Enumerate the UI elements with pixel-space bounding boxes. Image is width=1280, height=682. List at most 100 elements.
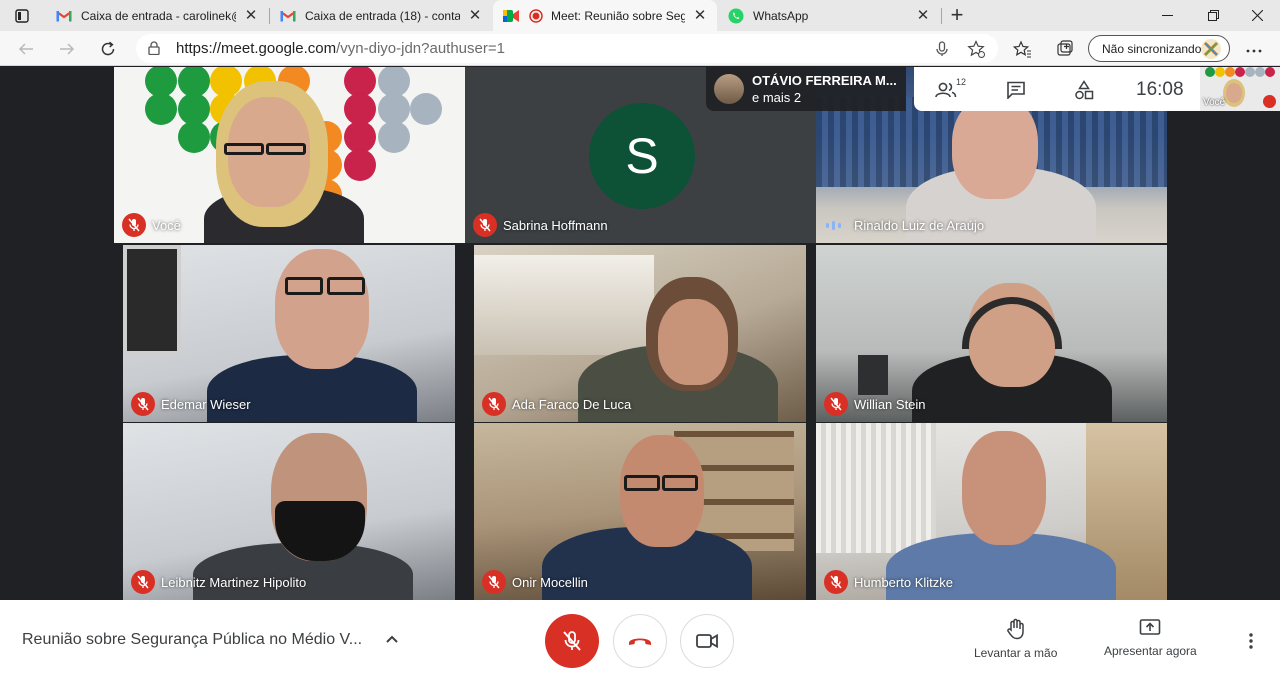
participant-name: Edemar Wieser <box>161 397 251 412</box>
people-icon <box>935 82 957 98</box>
muted-mic-icon <box>473 213 497 237</box>
more-vertical-icon <box>1249 633 1253 649</box>
tab-meet[interactable]: Meet: Reunião sobre Segura ✕ <box>493 0 717 31</box>
activities-button[interactable] <box>1072 78 1096 102</box>
tab-close-button[interactable]: ✕ <box>914 7 932 25</box>
toggle-microphone-button[interactable] <box>545 614 599 668</box>
participant-name: Leibnitz Martinez Hipolito <box>161 575 307 590</box>
participant-name: Willian Stein <box>854 397 926 412</box>
collections-button[interactable] <box>1053 38 1075 60</box>
profile-sync-button[interactable]: Não sincronizando <box>1088 35 1230 62</box>
minimize-button[interactable] <box>1144 0 1190 31</box>
tab-separator <box>941 8 942 24</box>
participant-tile-ada[interactable]: Ada Faraco De Luca <box>474 245 806 422</box>
end-call-icon <box>629 638 651 645</box>
participant-name: Ada Faraco De Luca <box>512 397 632 412</box>
tab-title: WhatsApp <box>753 8 809 23</box>
muted-mic-icon <box>482 392 506 416</box>
activities-icon <box>1075 80 1094 100</box>
profile-avatar-icon <box>1201 39 1221 59</box>
participant-name: Onir Mocellin <box>512 575 588 590</box>
tab-close-button[interactable]: ✕ <box>242 7 260 25</box>
participant-tile-onir[interactable]: Onir Mocellin <box>474 423 806 600</box>
chat-icon <box>1007 81 1025 99</box>
participant-face <box>962 431 1046 545</box>
tab-title: Caixa de entrada (18) - contato@ <box>305 8 460 23</box>
tab-close-button[interactable]: ✕ <box>466 7 484 25</box>
meeting-info-bar: 12 16:08 <box>914 67 1200 111</box>
present-now-button[interactable]: Apresentar agora <box>1104 618 1197 658</box>
leave-call-button[interactable] <box>613 614 667 668</box>
participant-face <box>275 249 369 369</box>
lock-icon[interactable] <box>148 41 160 60</box>
presenter-chip[interactable]: OTÁVIO FERREIRA M... e mais 2 <box>706 67 906 111</box>
raise-hand-icon <box>1006 618 1024 640</box>
sync-status-label: Não sincronizando <box>1102 42 1202 56</box>
muted-mic-icon <box>482 570 506 594</box>
muted-mic-icon <box>1263 95 1276 108</box>
gmail-icon <box>280 8 296 24</box>
restore-button[interactable] <box>1190 0 1236 31</box>
meeting-title[interactable]: Reunião sobre Segurança Pública no Médio… <box>22 631 362 649</box>
back-arrow-icon <box>18 43 33 55</box>
close-window-button[interactable] <box>1234 0 1280 31</box>
participant-tile-willian[interactable]: Willian Stein <box>816 245 1167 422</box>
back-button[interactable] <box>12 35 40 63</box>
participant-tile-self[interactable]: Você <box>114 67 465 243</box>
url-text: https://meet.google.com/vyn-diyo-jdn?aut… <box>176 40 505 57</box>
presenter-name: OTÁVIO FERREIRA M... <box>752 73 897 88</box>
participant-name: Humberto Klitzke <box>854 575 953 590</box>
restore-icon <box>1207 10 1219 21</box>
reload-button[interactable] <box>94 35 122 63</box>
glasses <box>224 143 264 155</box>
new-tab-button[interactable]: + <box>944 3 970 29</box>
meet-icon <box>503 8 519 24</box>
participant-face <box>620 435 704 547</box>
speaker-device <box>858 355 888 395</box>
tab-whatsapp[interactable]: WhatsApp ✕ <box>718 0 940 31</box>
muted-mic-icon <box>824 570 848 594</box>
glasses <box>266 143 306 155</box>
raise-hand-button[interactable]: Levantar a mão <box>974 618 1057 660</box>
favorites-icon <box>1013 40 1031 58</box>
microphone-icon[interactable] <box>932 39 952 59</box>
meet-video-grid: Você S Sabrina Hoffmann Rinaldo Luiz de … <box>0 67 1280 600</box>
tab-gmail-2[interactable]: Caixa de entrada (18) - contato@ ✕ <box>270 0 492 31</box>
chat-button[interactable] <box>1004 78 1028 102</box>
tab-title: Caixa de entrada - carolinek@fa <box>81 8 236 23</box>
people-button[interactable] <box>934 78 958 102</box>
muted-mic-icon <box>131 392 155 416</box>
chevron-up-icon[interactable] <box>384 631 402 649</box>
participant-tile-edemar[interactable]: Edemar Wieser <box>123 245 455 422</box>
self-view-label: Você <box>1203 97 1226 108</box>
tab-actions-button[interactable] <box>8 6 36 26</box>
forward-arrow-icon <box>60 43 75 55</box>
participant-tile-humberto[interactable]: Humberto Klitzke <box>816 423 1167 600</box>
favorite-star-icon[interactable] <box>966 39 986 59</box>
toggle-camera-button[interactable] <box>680 614 734 668</box>
present-now-label: Apresentar agora <box>1104 644 1197 658</box>
participant-name: Sabrina Hoffmann <box>503 218 608 233</box>
participant-tile-leibnitz[interactable]: Leibnitz Martinez Hipolito <box>123 423 455 600</box>
settings-more-button[interactable] <box>1242 37 1266 61</box>
more-horizontal-icon <box>1246 49 1262 53</box>
browser-toolbar: https://meet.google.com/vyn-diyo-jdn?aut… <box>0 31 1280 66</box>
recording-icon <box>528 8 544 24</box>
raise-hand-label: Levantar a mão <box>974 646 1058 660</box>
tab-close-button[interactable]: ✕ <box>691 7 709 25</box>
window-curtain <box>474 255 654 355</box>
present-screen-icon <box>1140 619 1161 635</box>
browser-tab-strip: Caixa de entrada - carolinek@fa ✕ Caixa … <box>0 0 1280 31</box>
address-bar[interactable]: https://meet.google.com/vyn-diyo-jdn?aut… <box>136 34 998 63</box>
more-options-button[interactable] <box>1240 630 1262 652</box>
forward-button[interactable] <box>53 35 81 63</box>
glasses <box>624 475 660 491</box>
tab-title: Meet: Reunião sobre Segura <box>551 8 685 23</box>
minimize-icon <box>1161 15 1173 16</box>
self-view-thumbnail[interactable]: Você <box>1200 67 1280 111</box>
favorites-button[interactable] <box>1011 38 1033 60</box>
participant-avatar: S <box>589 103 695 209</box>
url-path: /vyn-diyo-jdn?authuser=1 <box>336 40 505 57</box>
close-icon <box>1251 10 1263 21</box>
tab-gmail-1[interactable]: Caixa de entrada - carolinek@fa ✕ <box>46 0 268 31</box>
